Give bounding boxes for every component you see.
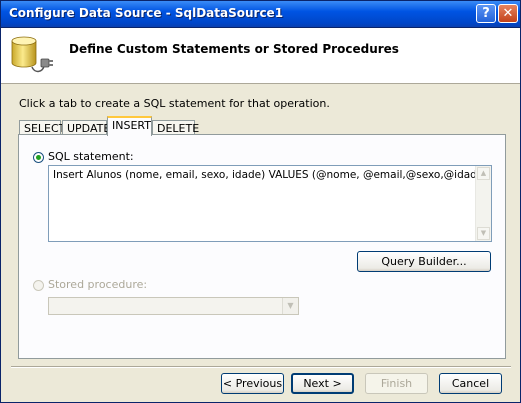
radio-selected-dot [36,155,41,160]
insert-tab-panel: SQL statement: Insert Alunos (nome, emai… [18,134,506,359]
sql-statement-radio[interactable] [33,152,44,163]
page-title: Define Custom Statements or Stored Proce… [69,42,399,56]
configure-data-source-dialog: Configure Data Source - SqlDataSource1 ?… [0,0,521,403]
sql-statement-textarea[interactable]: Insert Alunos (nome, email, sexo, idade)… [48,165,492,242]
title-bar[interactable]: Configure Data Source - SqlDataSource1 ?… [1,1,520,28]
query-builder-button[interactable]: Query Builder... [357,251,491,272]
tab-insert[interactable]: INSERT [107,116,152,136]
window-title: Configure Data Source - SqlDataSource1 [9,6,284,20]
close-button[interactable]: ✕ [498,4,518,23]
finish-button[interactable]: Finish [365,373,428,394]
sql-statement-label: SQL statement: [48,150,134,163]
stored-procedure-dropdown[interactable]: ▼ [48,297,299,315]
instructions-text: Click a tab to create a SQL statement fo… [19,97,330,110]
footer-separator [11,366,511,368]
previous-button[interactable]: < Previous [221,373,284,394]
tab-update[interactable]: UPDATE [62,120,110,135]
database-plug-icon [11,36,53,73]
scroll-down-arrow-icon[interactable]: ▼ [477,227,490,240]
help-button[interactable]: ? [476,4,496,23]
stored-procedure-radio[interactable] [33,280,44,291]
sql-vertical-scrollbar[interactable]: ▲ ▼ [475,166,491,241]
cancel-button[interactable]: Cancel [439,373,502,394]
tab-delete[interactable]: DELETE [152,120,199,135]
sql-statement-value: Insert Alunos (nome, email, sexo, idade)… [53,169,488,181]
next-button[interactable]: Next > [291,373,354,394]
stored-procedure-label: Stored procedure: [48,278,148,291]
chevron-down-icon[interactable]: ▼ [282,298,298,314]
scroll-up-arrow-icon[interactable]: ▲ [477,167,490,180]
tab-select[interactable]: SELECT [19,120,65,135]
wizard-header: Define Custom Statements or Stored Proce… [1,28,520,84]
